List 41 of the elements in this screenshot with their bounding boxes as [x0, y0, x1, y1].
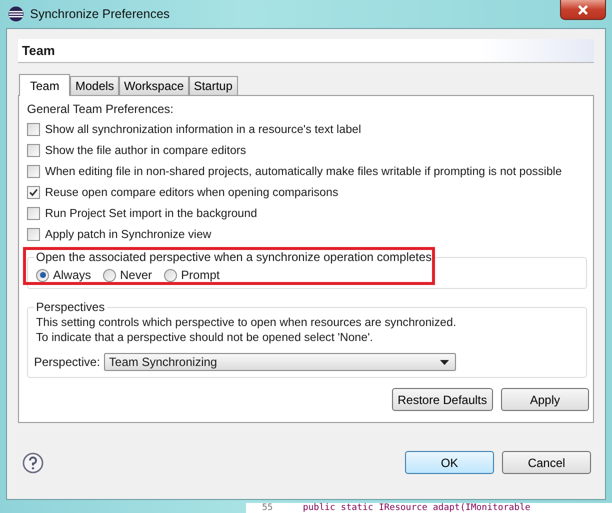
tab[interactable]: Models	[70, 76, 120, 95]
help-icon[interactable]	[22, 452, 44, 474]
checkbox[interactable]	[27, 144, 40, 157]
checkbox[interactable]	[27, 123, 40, 136]
checkbox-label: Show all synchronization information in a resource's text label	[45, 123, 362, 136]
checkbox-label: When editing file in non-shared projects, automatically make files writable if prompting is not possible	[45, 165, 562, 178]
field-label: Perspective:	[34, 355, 100, 369]
radio-button[interactable]	[36, 268, 49, 282]
panel-button[interactable]: Apply	[501, 388, 589, 411]
checkbox[interactable]	[27, 165, 40, 178]
checkbox-label: Reuse open compare editors when opening comparisons	[45, 186, 338, 199]
perspective-dropdown[interactable]: Team Synchronizing	[104, 353, 456, 371]
checkbox[interactable]	[27, 207, 40, 220]
window-title: Synchronize Preferences	[30, 7, 170, 21]
description-text: To indicate that a perspective should not be opened select 'None'.	[36, 331, 374, 344]
tab[interactable]: Team	[19, 74, 70, 96]
description-text: This setting controls which perspective to open when resources are synchronized.	[36, 316, 458, 329]
panel-button[interactable]: Restore Defaults	[392, 388, 493, 411]
dialog-button[interactable]: OK	[405, 451, 494, 474]
line-number: 55	[262, 503, 273, 513]
group-title: Perspectives	[34, 300, 107, 314]
radio-label: Always	[53, 268, 92, 282]
checkbox-label: Show the file author in compare editors	[45, 144, 246, 157]
dialog-button[interactable]: Cancel	[502, 451, 591, 474]
checkbox-label: Apply patch in Synchronize view	[45, 228, 212, 241]
radio-button[interactable]	[103, 268, 116, 282]
checkbox[interactable]	[27, 228, 40, 241]
dropdown-arrow-icon	[440, 360, 450, 364]
radio-button[interactable]	[164, 268, 178, 282]
code-line: public static IResource adapt(IMonitorable	[302, 503, 530, 513]
tab[interactable]: Startup	[188, 76, 238, 95]
section-label: General Team Preferences:	[27, 102, 175, 116]
radio-label: Prompt	[181, 268, 220, 282]
page-title: Team	[22, 43, 55, 58]
close-icon	[577, 4, 589, 14]
radio-label: Never	[120, 268, 152, 282]
close-button[interactable]	[560, 0, 606, 20]
checkbox-label: Run Project Set import in the background	[45, 207, 258, 220]
checkbox[interactable]	[27, 186, 40, 199]
tab[interactable]: Workspace	[119, 76, 189, 95]
group-title: Open the associated perspective when a synchronize operation completes	[34, 250, 434, 264]
